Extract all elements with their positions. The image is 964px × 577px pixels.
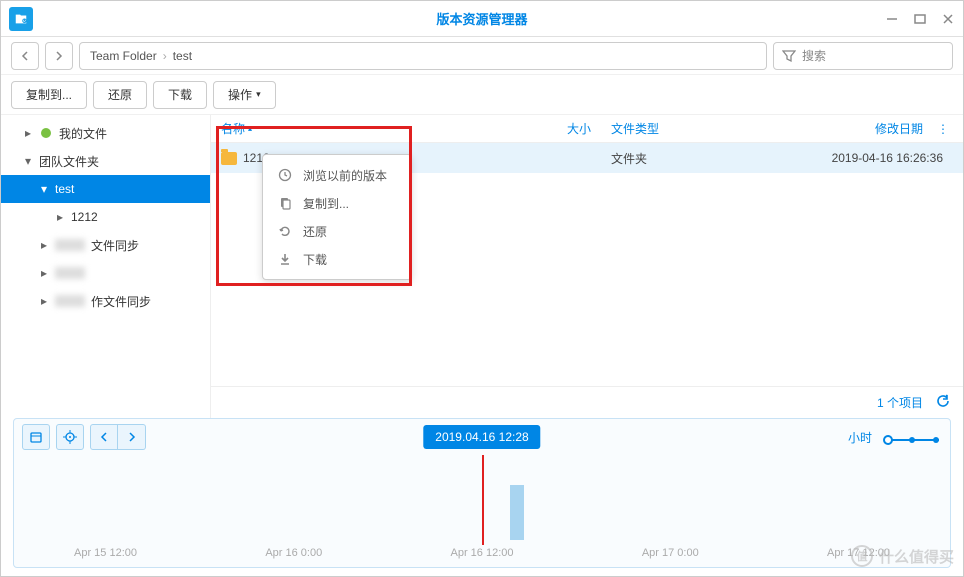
drive-icon bbox=[39, 126, 53, 140]
sidebar-item-blurred[interactable]: ▸ bbox=[1, 259, 210, 287]
restore-icon bbox=[277, 224, 293, 238]
folder-icon bbox=[221, 152, 237, 165]
column-menu-button[interactable]: ⋮ bbox=[933, 122, 953, 136]
column-header-row: 名称▴ 大小 文件类型 修改日期 ⋮ bbox=[211, 115, 963, 143]
window-title: 版本资源管理器 bbox=[436, 9, 527, 28]
download-button[interactable]: 下载 bbox=[153, 81, 207, 109]
item-count: 1 个项目 bbox=[877, 394, 923, 411]
breadcrumb[interactable]: Team Folder › test bbox=[79, 42, 767, 70]
timeline-prev-button[interactable] bbox=[90, 424, 118, 450]
breadcrumb-part[interactable]: Team Folder bbox=[90, 49, 157, 63]
minimize-button[interactable] bbox=[885, 12, 899, 26]
search-input[interactable]: 搜索 bbox=[773, 42, 953, 70]
main-area: ▸我的文件 ▾团队文件夹 ▾test ▸1212 ▸文件同步 ▸ ▸作文件同步 … bbox=[1, 115, 963, 418]
window-controls bbox=[885, 12, 955, 26]
sidebar: ▸我的文件 ▾团队文件夹 ▾test ▸1212 ▸文件同步 ▸ ▸作文件同步 bbox=[1, 115, 211, 418]
filter-icon bbox=[782, 49, 796, 63]
caret-icon: ▸ bbox=[25, 126, 33, 140]
timeline-current-label: 2019.04.16 12:28 bbox=[423, 425, 540, 449]
timeline-next-button[interactable] bbox=[118, 424, 146, 450]
timeline: 小时 2019.04.16 12:28 Apr 15 12:00 Apr 16 … bbox=[13, 418, 951, 568]
sidebar-item-teamfolder[interactable]: ▾团队文件夹 bbox=[1, 147, 210, 175]
timeline-axis: Apr 15 12:00 Apr 16 0:00 Apr 16 12:00 Ap… bbox=[14, 547, 950, 559]
column-date[interactable]: 修改日期 bbox=[781, 120, 933, 137]
column-name[interactable]: 名称▴ bbox=[211, 120, 511, 137]
actions-button[interactable]: 操作▾ bbox=[213, 81, 276, 109]
locate-button[interactable] bbox=[56, 424, 84, 450]
timeline-body[interactable]: 2019.04.16 12:28 Apr 15 12:00 Apr 16 0:0… bbox=[14, 455, 950, 567]
ctx-copy-to[interactable]: 复制到... bbox=[263, 189, 411, 217]
app-icon bbox=[9, 7, 33, 31]
copy-icon bbox=[277, 196, 293, 210]
zoom-slider[interactable] bbox=[882, 434, 942, 440]
ctx-browse-previous[interactable]: 浏览以前的版本 bbox=[263, 161, 411, 189]
column-type[interactable]: 文件类型 bbox=[601, 120, 781, 137]
ctx-restore[interactable]: 还原 bbox=[263, 217, 411, 245]
caret-icon: ▸ bbox=[41, 266, 49, 280]
caret-icon: ▾ bbox=[25, 154, 33, 168]
sidebar-item-blurred[interactable]: ▸文件同步 bbox=[1, 231, 210, 259]
timeline-nav-group bbox=[90, 424, 146, 450]
column-size[interactable]: 大小 bbox=[511, 120, 601, 137]
caret-icon: ▸ bbox=[57, 210, 65, 224]
sidebar-item-myfiles[interactable]: ▸我的文件 bbox=[1, 119, 210, 147]
download-icon bbox=[277, 252, 293, 266]
chevron-down-icon: ▾ bbox=[256, 89, 261, 100]
refresh-button[interactable] bbox=[935, 393, 951, 412]
search-placeholder: 搜索 bbox=[802, 47, 826, 64]
ctx-download[interactable]: 下载 bbox=[263, 245, 411, 273]
timeline-bar bbox=[510, 485, 524, 540]
copy-to-button[interactable]: 复制到... bbox=[11, 81, 87, 109]
maximize-button[interactable] bbox=[913, 12, 927, 26]
timeline-cursor[interactable] bbox=[482, 455, 484, 545]
caret-icon: ▾ bbox=[41, 182, 49, 196]
breadcrumb-part[interactable]: test bbox=[173, 49, 192, 63]
watermark-icon: 值 bbox=[851, 545, 873, 567]
sidebar-item-test[interactable]: ▾test bbox=[1, 175, 210, 203]
timeline-zoom: 小时 bbox=[848, 429, 942, 446]
timeline-unit: 小时 bbox=[848, 429, 872, 446]
forward-button[interactable] bbox=[45, 42, 73, 70]
sort-asc-icon: ▴ bbox=[248, 124, 252, 133]
sidebar-item-1212[interactable]: ▸1212 bbox=[1, 203, 210, 231]
action-toolbar: 复制到... 还原 下载 操作▾ bbox=[1, 75, 963, 115]
clock-icon bbox=[277, 168, 293, 182]
caret-icon: ▸ bbox=[41, 294, 49, 308]
titlebar: 版本资源管理器 bbox=[1, 1, 963, 37]
timeline-marker: 2019.04.16 12:28 bbox=[423, 425, 540, 449]
sidebar-item-blurred[interactable]: ▸作文件同步 bbox=[1, 287, 210, 315]
calendar-button[interactable] bbox=[22, 424, 50, 450]
restore-button[interactable]: 还原 bbox=[93, 81, 147, 109]
back-button[interactable] bbox=[11, 42, 39, 70]
caret-icon: ▸ bbox=[41, 238, 49, 252]
context-menu: 浏览以前的版本 复制到... 还原 下载 bbox=[262, 154, 412, 280]
watermark: 值 什么值得买 bbox=[851, 545, 954, 567]
window: 版本资源管理器 Team Folder › test 搜索 复制到... 还原 … bbox=[0, 0, 964, 577]
close-button[interactable] bbox=[941, 12, 955, 26]
status-bar: 1 个项目 bbox=[211, 386, 963, 418]
nav-toolbar: Team Folder › test 搜索 bbox=[1, 37, 963, 75]
chevron-right-icon: › bbox=[163, 49, 167, 63]
